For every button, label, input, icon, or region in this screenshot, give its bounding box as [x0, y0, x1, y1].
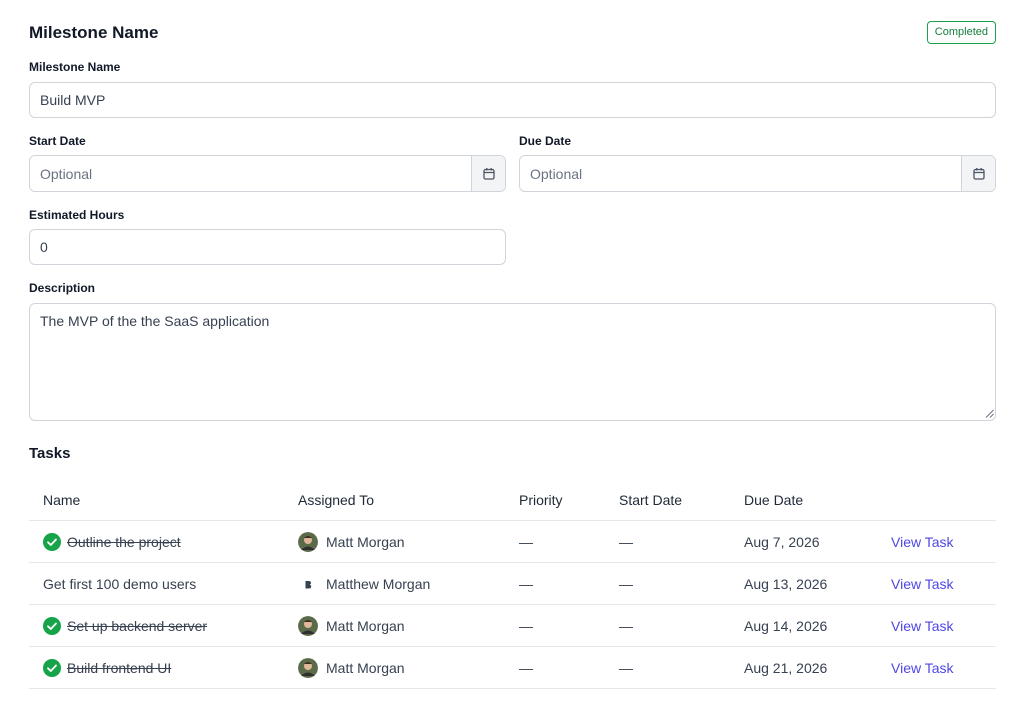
assignee-name: Matt Morgan [326, 660, 405, 676]
assignee-cell: Matthew Morgan [298, 563, 430, 605]
view-task-link[interactable]: View Task [891, 618, 954, 634]
due-date-label: Due Date [519, 134, 572, 148]
assignee-name: Matt Morgan [326, 618, 405, 634]
column-header-priority: Priority [519, 492, 563, 508]
table-row: Get first 100 demo users Matthew Morgan … [29, 563, 996, 605]
task-name: Set up backend server [67, 618, 208, 634]
assignee-name: Matthew Morgan [326, 576, 431, 592]
calendar-icon [482, 167, 495, 180]
status-badge[interactable]: Completed [926, 21, 996, 44]
due-date-group [519, 155, 996, 192]
due-date-calendar-button[interactable] [961, 156, 995, 191]
table-row: Build frontend UI Matt Morgan — — Aug 21… [29, 647, 996, 689]
due-date-cell: Aug 7, 2026 [744, 534, 820, 550]
task-name-cell: Get first 100 demo users [43, 563, 196, 605]
resize-handle-icon[interactable] [985, 409, 994, 418]
page-title: Milestone Name [29, 23, 159, 42]
check-circle-icon [43, 659, 61, 677]
avatar [298, 616, 318, 636]
view-task-link[interactable]: View Task [891, 660, 954, 676]
avatar [298, 532, 318, 552]
view-task-link[interactable]: View Task [891, 576, 954, 592]
estimated-hours-label: Estimated Hours [29, 208, 125, 222]
table-row: Set up backend server Matt Morgan — — Au… [29, 605, 996, 647]
start-date-group [29, 155, 506, 192]
start-date-calendar-button[interactable] [471, 156, 505, 191]
task-name: Build frontend UI [67, 660, 172, 676]
view-task-link[interactable]: View Task [891, 534, 954, 550]
start-date-cell: — [619, 660, 633, 676]
start-date-label: Start Date [29, 134, 86, 148]
assignee-cell: Matt Morgan [298, 605, 405, 647]
tasks-table: Name Assigned To Priority Start Date Due… [29, 479, 996, 689]
assignee-cell: Matt Morgan [298, 647, 405, 689]
due-date-cell: Aug 14, 2026 [744, 618, 828, 634]
check-circle-icon [43, 617, 61, 635]
description-label: Description [29, 281, 96, 295]
assignee-cell: Matt Morgan [298, 521, 405, 563]
milestone-name-input[interactable] [29, 82, 996, 118]
column-header-due-date: Due Date [744, 492, 804, 508]
description-textarea[interactable]: The MVP of the the SaaS application [29, 303, 996, 421]
due-date-input[interactable] [520, 156, 961, 191]
task-name-cell: Set up backend server [43, 605, 207, 647]
task-name-cell: Build frontend UI [43, 647, 171, 689]
estimated-hours-input[interactable] [29, 229, 506, 265]
task-name-cell: Outline the project [43, 521, 181, 563]
calendar-icon [972, 167, 985, 180]
column-header-assigned-to: Assigned To [298, 492, 375, 508]
task-name: Outline the project [67, 534, 181, 550]
due-date-cell: Aug 21, 2026 [744, 660, 828, 676]
priority-cell: — [519, 618, 533, 634]
avatar [298, 574, 318, 594]
start-date-cell: — [619, 618, 633, 634]
column-header-start-date: Start Date [619, 492, 683, 508]
check-circle-icon [43, 533, 61, 551]
start-date-cell: — [619, 576, 633, 592]
table-header-row: Name Assigned To Priority Start Date Due… [29, 479, 996, 521]
start-date-input[interactable] [30, 156, 471, 191]
table-row: Outline the project Matt Morgan — — Aug … [29, 521, 996, 563]
task-name: Get first 100 demo users [43, 576, 197, 592]
priority-cell: — [519, 576, 533, 592]
priority-cell: — [519, 660, 533, 676]
milestone-header: Milestone Name Completed [29, 21, 996, 45]
tasks-section-title: Tasks [29, 445, 71, 462]
avatar [298, 658, 318, 678]
priority-cell: — [519, 534, 533, 550]
user-initial-icon [305, 580, 312, 588]
column-header-name: Name [43, 492, 81, 508]
assignee-name: Matt Morgan [326, 534, 405, 550]
milestone-name-label: Milestone Name [29, 60, 121, 74]
due-date-cell: Aug 13, 2026 [744, 576, 828, 592]
start-date-cell: — [619, 534, 633, 550]
